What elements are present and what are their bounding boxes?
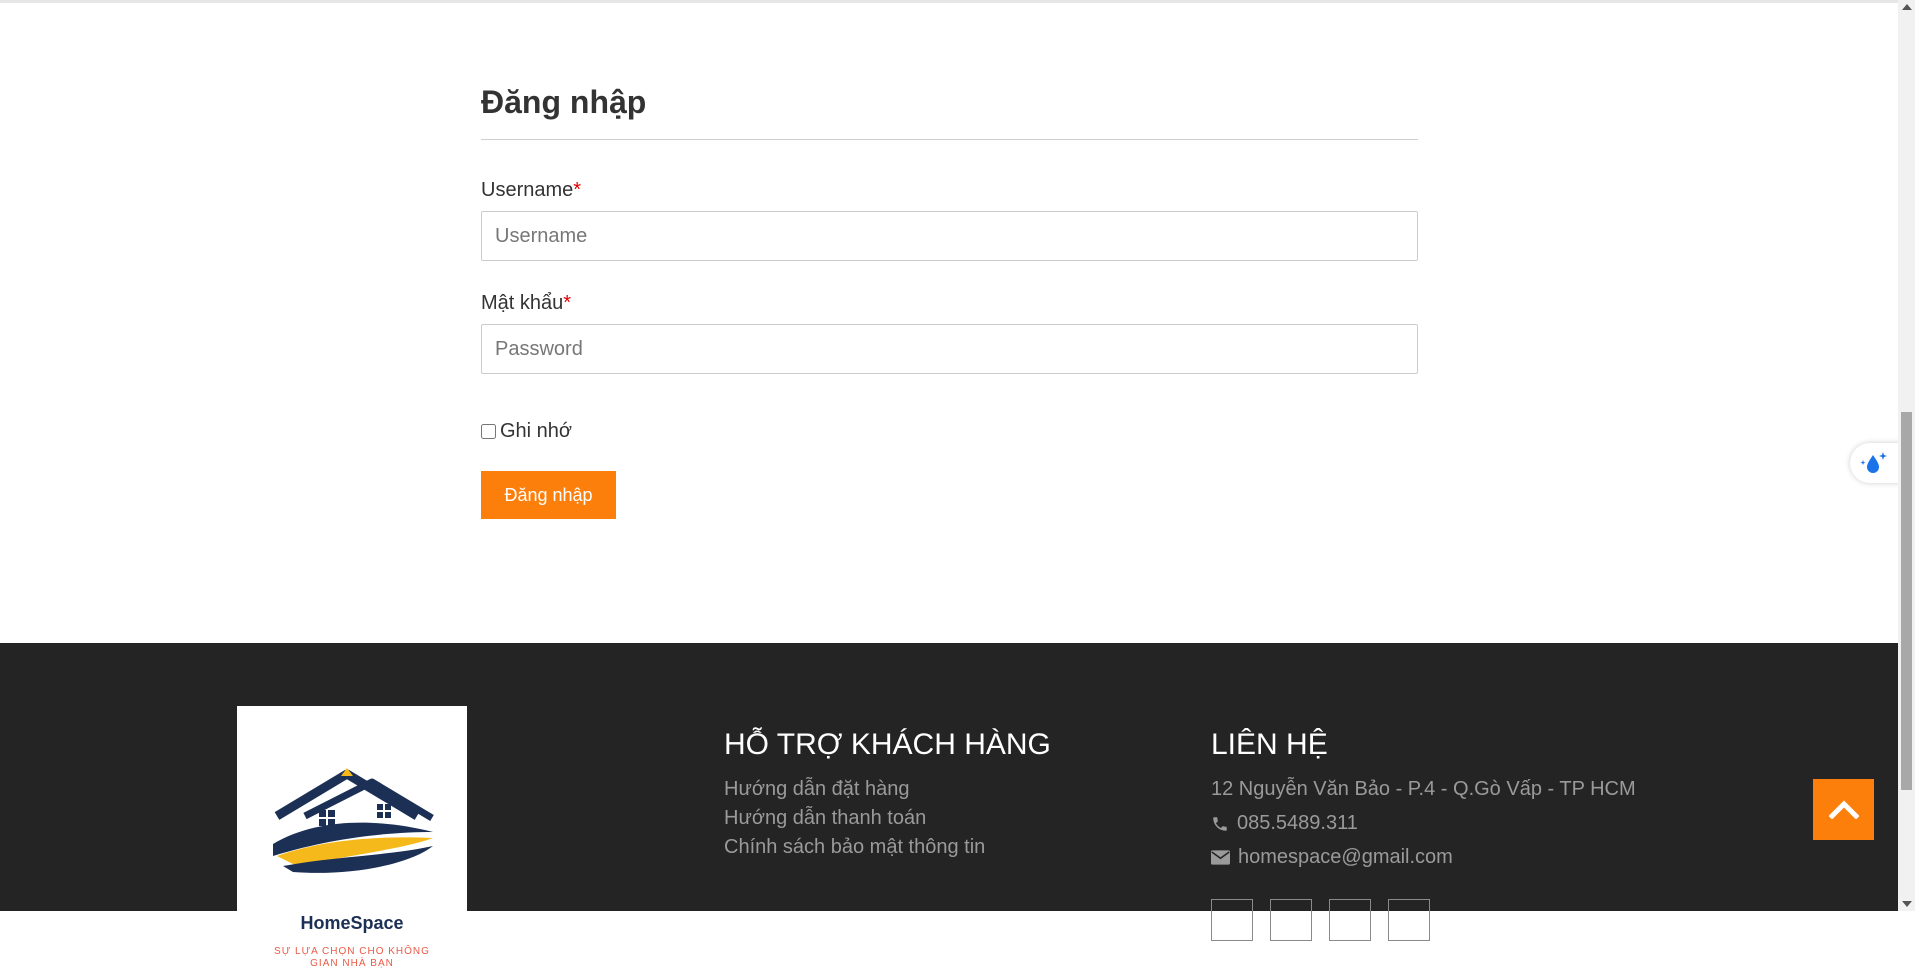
login-button[interactable]: Đăng nhập: [481, 471, 616, 519]
remember-checkbox[interactable]: [481, 424, 496, 439]
remember-label: Ghi nhớ: [500, 420, 573, 442]
logo-tagline: SỰ LỰA CHỌN CHO KHÔNG GIAN NHÀ BẠN: [274, 946, 430, 969]
title-divider: [481, 139, 1418, 140]
password-label-text: Mật khẩu: [481, 292, 564, 314]
contact-phone: 085.5489.311: [1211, 812, 1358, 835]
support-link-payment-guide[interactable]: Hướng dẫn thanh toán: [724, 807, 926, 830]
scroll-down-arrow-icon[interactable]: [1902, 901, 1912, 907]
water-drop-sparkle-icon: [1860, 452, 1887, 473]
facebook-icon[interactable]: [1211, 899, 1253, 941]
password-input[interactable]: [481, 324, 1418, 374]
contact-address-text: 12 Nguyễn Văn Bảo - P.4 - Q.Gò Vấp - TP …: [1211, 778, 1636, 800]
instagram-icon[interactable]: [1329, 899, 1371, 941]
contact-title: LIÊN HỆ: [1211, 728, 1328, 761]
back-to-top-button[interactable]: [1813, 779, 1874, 840]
support-link-ordering-guide[interactable]: Hướng dẫn đặt hàng: [724, 778, 910, 801]
house-logo-icon: [273, 768, 434, 873]
password-label: Mật khẩu*: [481, 292, 571, 315]
required-mark: *: [573, 179, 582, 201]
logo-name: HomeSpace: [300, 913, 404, 933]
envelope-icon: [1211, 850, 1230, 865]
support-link-privacy-policy[interactable]: Chính sách bảo mật thông tin: [724, 836, 985, 859]
contact-email: homespace@gmail.com: [1211, 846, 1453, 869]
support-title: HỖ TRỢ KHÁCH HÀNG: [724, 728, 1051, 761]
footer: HomeSpace SỰ LỰA CHỌN CHO KHÔNG GIAN NHÀ…: [0, 643, 1898, 969]
top-divider: [0, 0, 1898, 3]
scroll-up-arrow-icon[interactable]: [1902, 4, 1912, 10]
login-title: Đăng nhập: [481, 84, 647, 120]
phone-icon: [1213, 816, 1227, 831]
contact-address: 12 Nguyễn Văn Bảo - P.4 - Q.Gò Vấp - TP …: [1211, 778, 1636, 801]
youtube-icon[interactable]: [1270, 899, 1312, 941]
contact-phone-text: 085.5489.311: [1237, 812, 1358, 834]
required-mark: *: [563, 292, 572, 314]
username-label: Username*: [481, 179, 581, 202]
remember-me[interactable]: Ghi nhớ: [481, 420, 572, 443]
scroll-thumb[interactable]: [1901, 412, 1912, 790]
tiktok-icon[interactable]: [1388, 899, 1430, 941]
page-scrollbar[interactable]: [1898, 0, 1915, 911]
username-input[interactable]: [481, 211, 1418, 261]
footer-logo[interactable]: HomeSpace SỰ LỰA CHỌN CHO KHÔNG GIAN NHÀ…: [237, 706, 467, 969]
contact-email-text: homespace@gmail.com: [1238, 846, 1453, 868]
username-label-text: Username: [481, 179, 574, 201]
chevron-up-icon: [1829, 800, 1859, 819]
